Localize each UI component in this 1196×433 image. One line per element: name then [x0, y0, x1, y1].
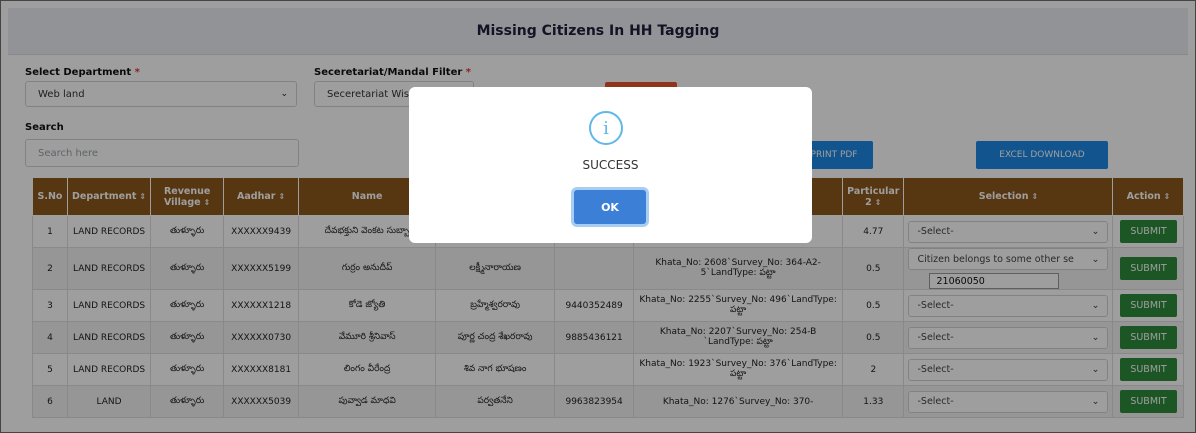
dialog-message: SUCCESS — [582, 158, 639, 172]
ok-button[interactable]: OK — [574, 190, 646, 224]
app-frame: Missing Citizens In HH Tagging Select De… — [0, 0, 1196, 433]
success-dialog: i SUCCESS OK — [409, 87, 812, 243]
info-icon: i — [589, 111, 623, 145]
